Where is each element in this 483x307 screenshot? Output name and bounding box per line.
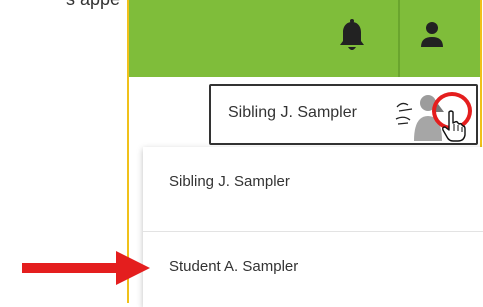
student-dropdown-menu: Sibling J. Sampler Student A. Sampler	[143, 147, 483, 307]
current-student-name: Sibling J. Sampler	[228, 104, 357, 121]
red-arrow-pointer	[22, 251, 150, 285]
dropdown-item-student[interactable]: Student A. Sampler	[143, 232, 483, 307]
dropdown-item-label: Student A. Sampler	[169, 258, 299, 275]
app-frame: Sibling J. Sampler Sibling J. Sampler St…	[127, 0, 483, 307]
dropdown-item-label: Sibling J. Sampler	[169, 173, 290, 190]
topbar-divider	[398, 0, 400, 77]
top-navigation-bar	[129, 0, 480, 77]
hand-pointer-cursor-icon	[442, 110, 466, 142]
bell-icon[interactable]	[335, 16, 369, 56]
partial-instruction-text: s appe	[66, 0, 126, 11]
dropdown-item-sibling[interactable]: Sibling J. Sampler	[143, 147, 483, 221]
user-icon[interactable]	[415, 16, 449, 56]
